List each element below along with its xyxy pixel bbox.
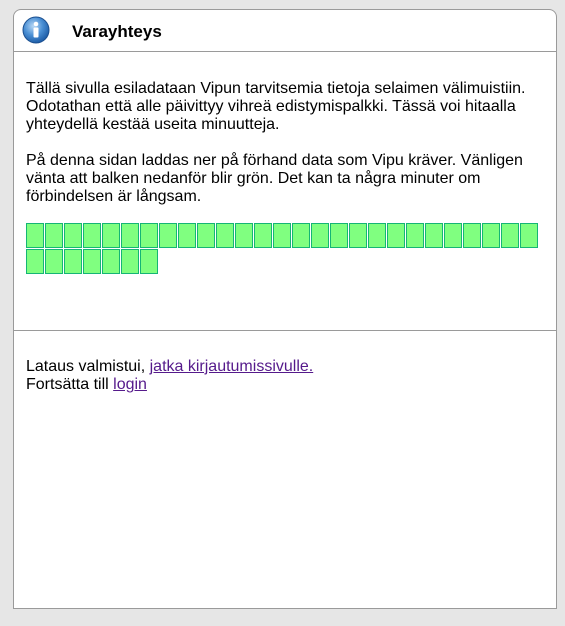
progress-block xyxy=(140,249,158,274)
intro-text-finnish: Tällä sivulla esiladataan Vipun tarvitse… xyxy=(26,80,526,133)
progress-block xyxy=(235,223,253,248)
progress-block xyxy=(83,223,101,248)
progress-block xyxy=(121,249,139,274)
progress-block xyxy=(273,223,291,248)
progress-block xyxy=(387,223,405,248)
content-area: Tällä sivulla esiladataan Vipun tarvitse… xyxy=(26,80,554,275)
progress-block xyxy=(64,223,82,248)
progress-block xyxy=(83,249,101,274)
completion-text-swedish: Fortsätta till xyxy=(26,376,114,393)
progress-block xyxy=(254,223,272,248)
login-link-swedish[interactable]: login xyxy=(113,376,147,393)
completion-text-finnish: Lataus valmistui, xyxy=(26,358,150,375)
progress-block xyxy=(64,249,82,274)
progress-block xyxy=(330,223,348,248)
completion-message: Lataus valmistui, jatka kirjautumissivul… xyxy=(26,358,313,394)
progress-block xyxy=(197,223,215,248)
progress-block xyxy=(140,223,158,248)
progress-block xyxy=(463,223,481,248)
divider xyxy=(14,330,556,331)
progress-block xyxy=(26,249,44,274)
progress-block xyxy=(425,223,443,248)
progress-block xyxy=(444,223,462,248)
backup-connection-panel: Varayhteys Tällä sivulla esiladataan Vip… xyxy=(13,9,557,609)
progress-block xyxy=(121,223,139,248)
progress-block xyxy=(45,249,63,274)
progress-block xyxy=(26,223,44,248)
progress-block xyxy=(311,223,329,248)
progress-block xyxy=(482,223,500,248)
progress-block xyxy=(501,223,519,248)
progress-bar xyxy=(26,223,552,275)
panel-header: Varayhteys xyxy=(14,10,556,52)
progress-block xyxy=(406,223,424,248)
page-title: Varayhteys xyxy=(72,22,162,41)
intro-text-swedish: På denna sidan laddas ner på förhand dat… xyxy=(26,152,523,205)
progress-block xyxy=(520,223,538,248)
progress-block xyxy=(349,223,367,248)
login-link-finnish[interactable]: jatka kirjautumissivulle. xyxy=(150,358,314,375)
progress-block xyxy=(159,223,177,248)
progress-block xyxy=(216,223,234,248)
progress-block xyxy=(102,223,120,248)
progress-block xyxy=(45,223,63,248)
progress-block xyxy=(292,223,310,248)
progress-block xyxy=(102,249,120,274)
progress-block xyxy=(178,223,196,248)
completion-line-swedish: Fortsätta till login xyxy=(26,376,313,394)
completion-line-finnish: Lataus valmistui, jatka kirjautumissivul… xyxy=(26,358,313,376)
info-icon xyxy=(22,16,50,44)
progress-block xyxy=(368,223,386,248)
